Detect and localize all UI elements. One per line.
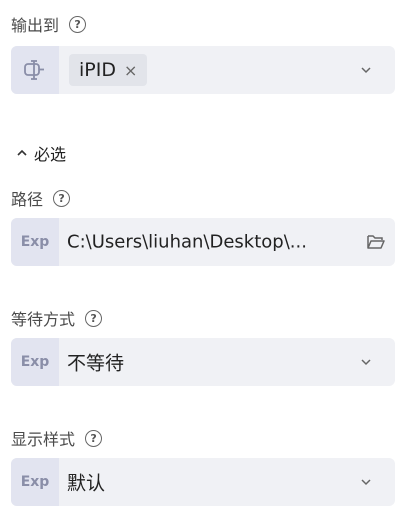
path-input[interactable]: C:\Users\liuhan\Desktop\... <box>67 232 307 253</box>
output-variable-field[interactable]: iPID × <box>11 46 395 94</box>
help-icon[interactable]: ? <box>53 189 71 207</box>
display-selected-value: 默认 <box>67 472 106 495</box>
expression-toggle[interactable]: Exp <box>11 218 59 266</box>
output-variable-icon <box>24 60 44 80</box>
folder-open-icon[interactable] <box>366 233 386 251</box>
output-label-row: 输出到 ? <box>11 12 87 36</box>
output-label: 输出到 <box>11 16 60 35</box>
chevron-down-icon[interactable] <box>359 63 373 77</box>
display-label-row: 显示样式 ? <box>11 426 103 450</box>
wait-label-row: 等待方式 ? <box>11 306 103 330</box>
help-icon[interactable]: ? <box>85 429 103 447</box>
wait-select[interactable]: Exp 不等待 <box>11 338 395 386</box>
chevron-down-icon[interactable] <box>359 355 373 369</box>
expression-toggle[interactable]: Exp <box>11 338 59 386</box>
tag-close-icon[interactable]: × <box>124 61 137 80</box>
required-section-toggle[interactable]: 必选 <box>16 141 66 165</box>
variable-type-icon[interactable] <box>11 46 59 94</box>
wait-label: 等待方式 <box>11 310 76 329</box>
help-icon[interactable]: ? <box>69 15 87 33</box>
variable-tag[interactable]: iPID × <box>69 54 148 86</box>
wait-selected-value: 不等待 <box>67 352 125 375</box>
path-label: 路径 <box>11 190 44 209</box>
display-label: 显示样式 <box>11 430 76 449</box>
section-title: 必选 <box>34 145 67 164</box>
variable-tag-label: iPID <box>79 59 116 81</box>
expression-toggle[interactable]: Exp <box>11 458 59 506</box>
chevron-down-icon[interactable] <box>359 475 373 489</box>
display-select[interactable]: Exp 默认 <box>11 458 395 506</box>
path-field[interactable]: Exp C:\Users\liuhan\Desktop\... <box>11 218 395 266</box>
path-label-row: 路径 ? <box>11 186 71 210</box>
help-icon[interactable]: ? <box>85 309 103 327</box>
chevron-up-icon <box>17 149 27 156</box>
